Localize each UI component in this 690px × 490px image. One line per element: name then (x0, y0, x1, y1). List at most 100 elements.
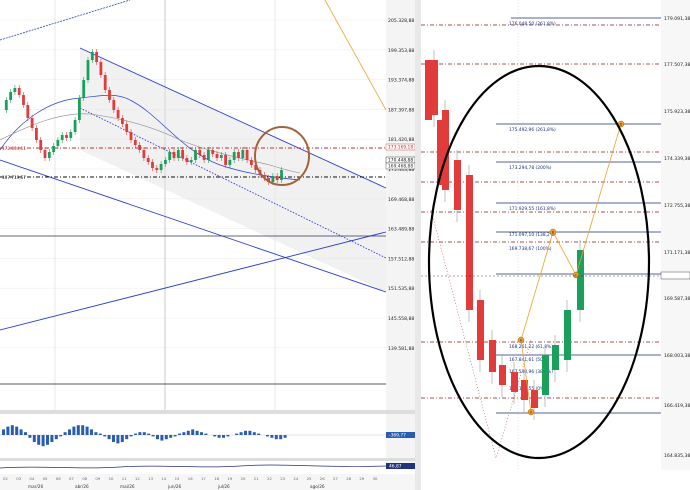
osc-bar (112, 435, 115, 442)
osc-bar (173, 435, 177, 437)
left-candle-body (241, 150, 245, 158)
fib-level-label: 171.929,55 (161,8%) (509, 206, 556, 212)
left-x-day-tick: 29 (359, 476, 364, 481)
right-candle-body (511, 372, 518, 392)
left-x-day-tick: 30 (373, 476, 378, 481)
left-candle-body (69, 132, 73, 138)
left-x-month-tick: mai/26 (120, 484, 135, 489)
right-candle-body (542, 355, 549, 395)
left-candle-body (232, 152, 236, 160)
left-x-axis-strip (0, 474, 415, 490)
osc-axis-strip (386, 414, 415, 464)
left-candle-body (13, 88, 17, 92)
left-candle-body (159, 164, 163, 170)
left-price-tag: 170.448,88 (388, 158, 413, 164)
left-candle-body (176, 150, 180, 158)
osc-bar (151, 435, 155, 437)
left-x-month-tick: mar/26 (28, 484, 43, 489)
left-price-tag: 173.169,18 (388, 145, 413, 151)
left-candle-body (142, 150, 146, 158)
osc-bar (85, 426, 89, 435)
left-y-tick: 145.558,88 (388, 316, 414, 322)
left-x-month-tick: abr/26 (75, 484, 89, 489)
left-candle-body (90, 52, 94, 60)
osc-bar (28, 435, 32, 438)
left-candle-body (207, 150, 210, 160)
left-candle-body (224, 155, 227, 165)
osc-bar (125, 435, 129, 440)
osc-separator (0, 410, 415, 414)
fib-level-label: 175.492,96 (261,8%) (509, 127, 556, 133)
osc-bar (182, 432, 186, 435)
left-chart-panel: 205.328,88 199.353,88 193.374,88 187.397,88… (0, 0, 415, 490)
left-x-day-tick: 28 (346, 476, 351, 481)
left-candle-body (275, 176, 279, 180)
left-candle-body (30, 118, 34, 128)
left-candle-body (168, 152, 172, 160)
left-candle-body (237, 152, 240, 158)
left-x-day-tick: 14 (161, 476, 166, 481)
right-candle-body (552, 345, 559, 370)
right-candle-body (466, 175, 473, 310)
osc-bar (257, 433, 261, 435)
left-candle-body (155, 168, 159, 170)
osc-bar (200, 432, 203, 435)
osc-bar (129, 435, 133, 437)
left-x-day-tick: 20 (241, 476, 246, 481)
osc-bar (266, 435, 269, 437)
left-candle-body (26, 105, 30, 118)
left-y-tick: 139.581,88 (388, 346, 414, 352)
right-y-tick: 174.339,38 (664, 156, 690, 162)
left-line-tag-red: 172.804,11 (2, 146, 26, 151)
left-candle-body (95, 52, 98, 62)
right-y-tick: 172.755,38 (664, 203, 690, 209)
left-candle-body (99, 62, 103, 75)
osc-bar (59, 435, 63, 437)
indicator-value-tag: 46,87 (389, 464, 402, 470)
osc-bar (2, 429, 5, 435)
left-candle-body (86, 60, 90, 80)
right-y-tick: 179.091,38 (664, 16, 690, 22)
fib-level-label: 169.738,67 (100%) (509, 246, 552, 252)
fib-level-label: 168.261,22 (61,8%) (509, 344, 553, 350)
osc-bar (191, 429, 195, 435)
left-candle-body (215, 154, 219, 158)
right-candle-body (489, 340, 496, 372)
left-x-day-tick: 26 (320, 476, 325, 481)
right-price-tag-box (660, 271, 690, 280)
left-x-day-tick: 06 (56, 476, 61, 481)
left-candle-body (211, 150, 215, 154)
left-candle-body (43, 150, 47, 158)
osc-bar (156, 435, 159, 440)
osc-bar (54, 435, 58, 440)
left-x-day-tick: 02 (3, 476, 8, 481)
right-y-axis-strip (661, 0, 690, 470)
osc-bar (63, 432, 67, 435)
osc-bar (204, 433, 208, 435)
left-price-chart: 205.328,88 199.353,88 193.374,88 187.397,88… (0, 0, 415, 490)
left-candle-body (125, 124, 129, 132)
right-candle-body (431, 60, 438, 115)
left-y-tick: 163.489,88 (388, 227, 414, 233)
left-x-day-tick: 05 (43, 476, 48, 481)
left-x-month-tick: ago/26 (310, 484, 325, 489)
right-y-tick: 169.587,38 (664, 296, 690, 302)
osc-bar (68, 429, 71, 435)
right-y-tick: 164.835,38 (664, 453, 690, 459)
osc-bar (160, 435, 164, 441)
osc-bar (41, 435, 45, 447)
left-x-month-tick: jul/26 (217, 484, 230, 489)
wave-point-label: D (620, 123, 623, 127)
osc-bar (274, 435, 278, 440)
left-candle-body (9, 92, 12, 100)
right-candle-body (531, 390, 538, 408)
left-x-day-tick: 27 (333, 476, 338, 481)
left-candle-body (17, 88, 21, 95)
osc-bar (103, 435, 107, 437)
left-candle-body (56, 140, 60, 146)
osc-bar (142, 432, 146, 435)
osc-bar (195, 430, 199, 435)
left-candle-body (60, 135, 64, 140)
right-candle-body (564, 310, 571, 360)
left-y-tick: 199.353,88 (388, 48, 414, 54)
